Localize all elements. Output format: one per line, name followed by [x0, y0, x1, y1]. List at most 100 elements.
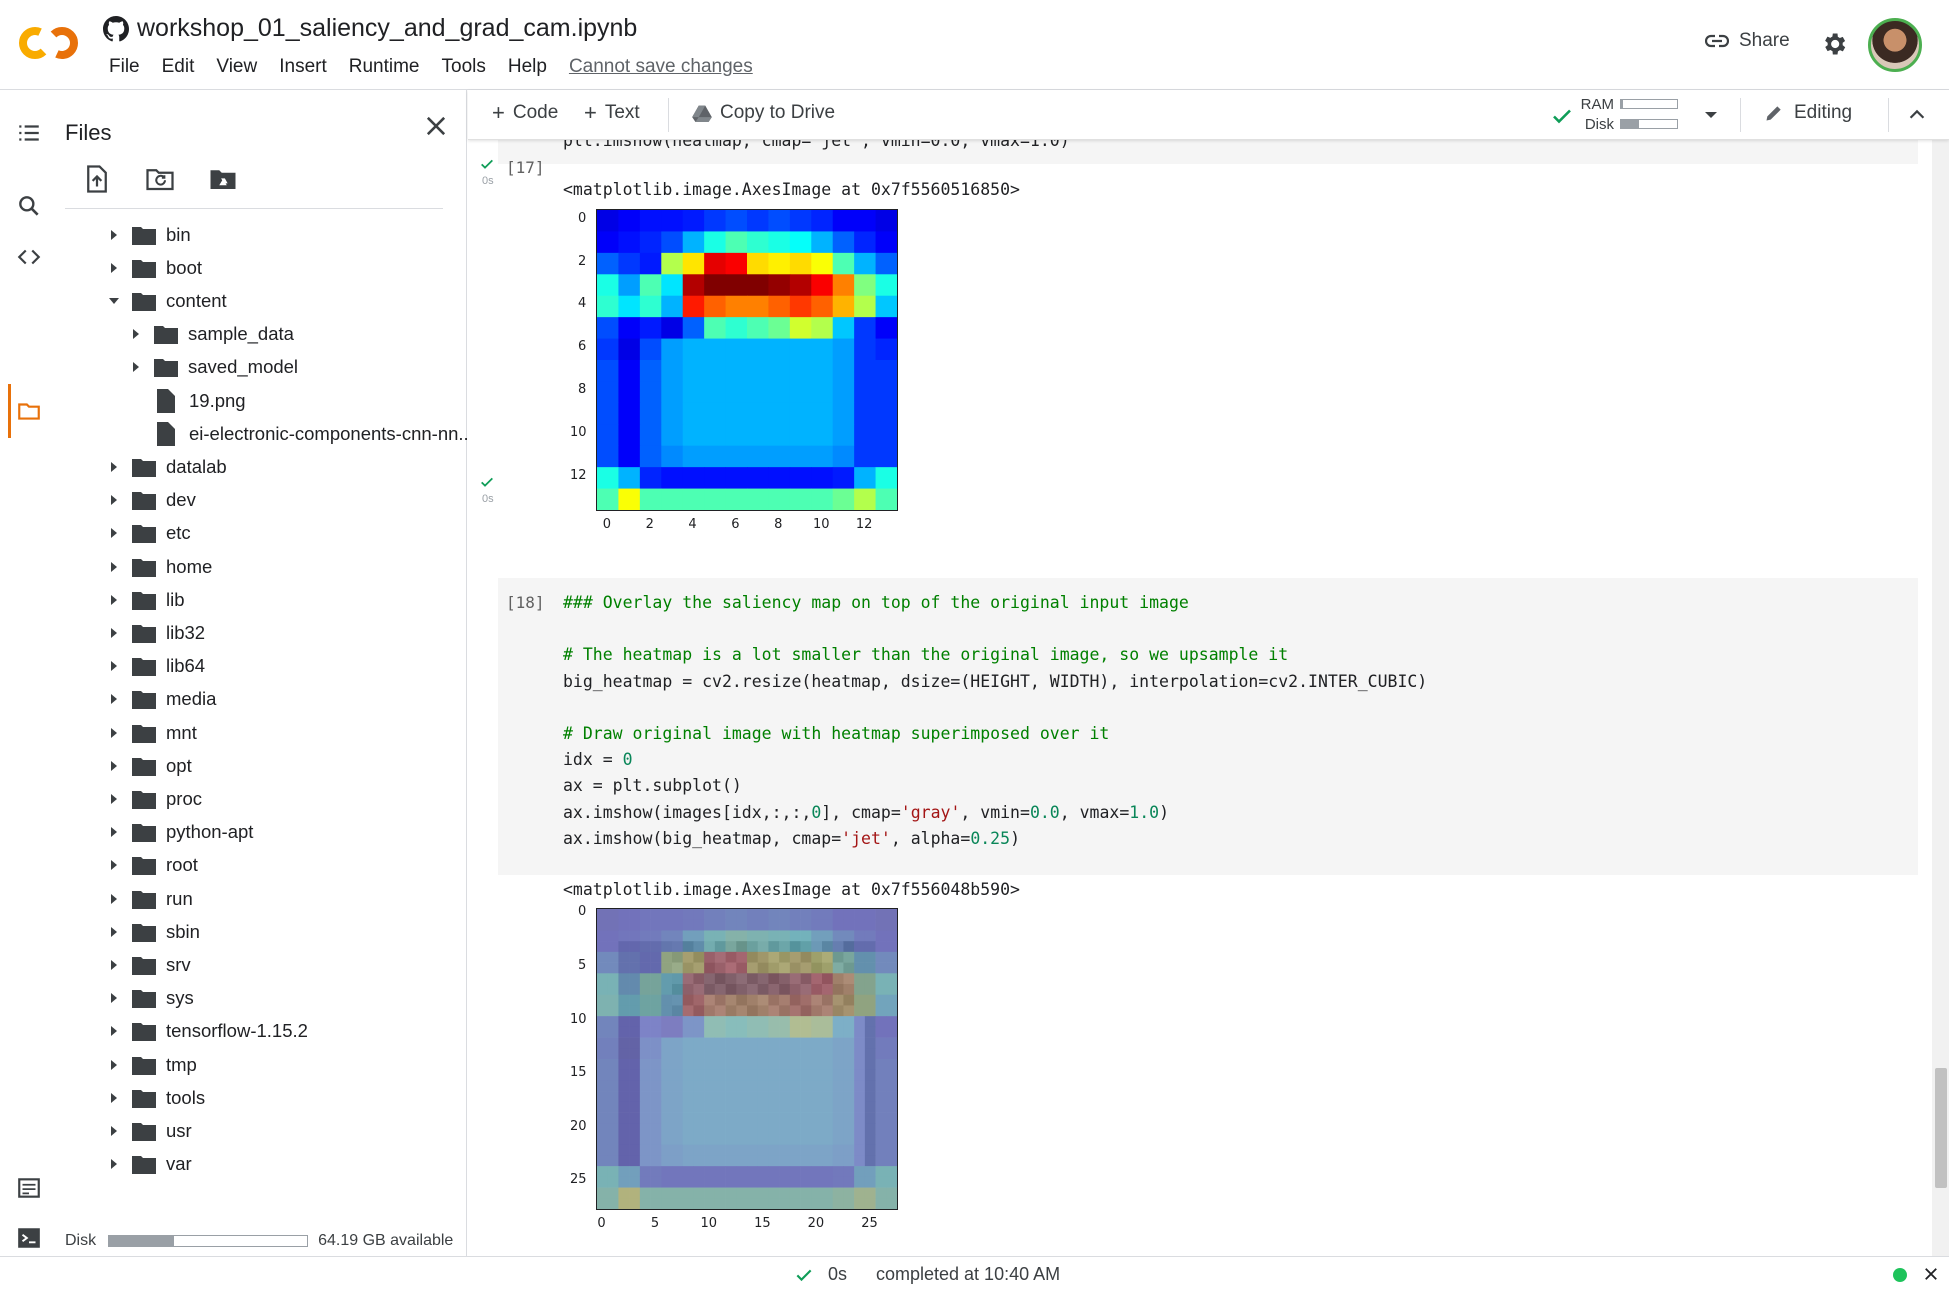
caret-right-icon[interactable]: [108, 727, 120, 739]
menu-view[interactable]: View: [205, 54, 268, 80]
folder-row[interactable]: srv: [108, 948, 191, 981]
terminal-icon[interactable]: [16, 1225, 42, 1251]
folder-row[interactable]: lib64: [108, 650, 205, 683]
caret-right-icon[interactable]: [108, 826, 120, 838]
caret-right-icon[interactable]: [130, 361, 142, 373]
files-icon[interactable]: [16, 398, 42, 424]
add-code-button[interactable]: + Code: [492, 102, 558, 124]
refresh-folder-icon[interactable]: [145, 164, 175, 194]
cell18-code[interactable]: ### Overlay the saliency map on top of t…: [563, 590, 1427, 852]
folder-row[interactable]: tools: [108, 1081, 205, 1114]
folder-row[interactable]: opt: [108, 749, 192, 782]
folder-row[interactable]: saved_model: [130, 351, 298, 384]
chevron-up-icon[interactable]: [1906, 104, 1928, 126]
overlay-cell: [875, 1176, 887, 1188]
folder-row[interactable]: sbin: [108, 915, 200, 948]
folder-row[interactable]: proc: [108, 782, 202, 815]
caret-right-icon[interactable]: [108, 494, 120, 506]
folder-row[interactable]: lib: [108, 583, 185, 616]
caret-right-icon[interactable]: [108, 229, 120, 241]
folder-row[interactable]: home: [108, 550, 212, 583]
resource-monitor[interactable]: RAM Disk: [1576, 94, 1696, 134]
user-avatar[interactable]: [1868, 18, 1922, 72]
menu-runtime[interactable]: Runtime: [338, 54, 431, 80]
caret-right-icon[interactable]: [108, 760, 120, 772]
caret-right-icon[interactable]: [108, 1158, 120, 1170]
scrollbar-thumb[interactable]: [1935, 1068, 1947, 1188]
folder-row[interactable]: tmp: [108, 1048, 197, 1081]
caret-right-icon[interactable]: [108, 262, 120, 274]
overlay-cell: [650, 1080, 662, 1092]
caret-right-icon[interactable]: [108, 527, 120, 539]
caret-right-icon[interactable]: [108, 859, 120, 871]
overlay-cell: [832, 1123, 844, 1135]
menu-tools[interactable]: Tools: [431, 54, 497, 80]
overlay-cell: [822, 1080, 834, 1092]
menu-edit[interactable]: Edit: [151, 54, 206, 80]
folder-row[interactable]: content: [108, 284, 227, 317]
folder-row[interactable]: tensorflow-1.15.2: [108, 1015, 308, 1048]
caret-right-icon[interactable]: [108, 594, 120, 606]
notebook-title[interactable]: workshop_01_saliency_and_grad_cam.ipynb: [137, 14, 637, 43]
heatmap-cell: [854, 360, 876, 382]
caret-right-icon[interactable]: [108, 893, 120, 905]
colab-logo[interactable]: [18, 20, 80, 66]
caret-right-icon[interactable]: [108, 1092, 120, 1104]
folder-row[interactable]: sample_data: [130, 318, 294, 351]
folder-row[interactable]: datalab: [108, 450, 227, 483]
cannot-save-link[interactable]: Cannot save changes: [558, 54, 764, 80]
close-icon[interactable]: [1922, 1265, 1940, 1283]
heatmap-cell: [747, 381, 769, 404]
folder-row[interactable]: usr: [108, 1114, 192, 1147]
command-palette-icon[interactable]: [16, 1175, 42, 1201]
caret-right-icon[interactable]: [108, 561, 120, 573]
folder-row[interactable]: lib32: [108, 616, 205, 649]
folder-row[interactable]: dev: [108, 484, 196, 517]
upload-icon[interactable]: [82, 164, 112, 194]
toc-icon[interactable]: [16, 120, 42, 146]
caret-right-icon[interactable]: [108, 926, 120, 938]
chevron-down-icon[interactable]: [1704, 110, 1718, 120]
menu-help[interactable]: Help: [497, 54, 558, 80]
folder-row[interactable]: boot: [108, 251, 202, 284]
folder-row[interactable]: root: [108, 849, 198, 882]
file-row[interactable]: ei-electronic-components-cnn-nn...: [130, 417, 474, 450]
caret-right-icon[interactable]: [108, 660, 120, 672]
editing-button[interactable]: Editing: [1764, 102, 1852, 124]
caret-right-icon[interactable]: [108, 959, 120, 971]
menu-file[interactable]: File: [98, 54, 151, 80]
folder-row[interactable]: bin: [108, 218, 191, 251]
overlay-cell: [800, 1123, 812, 1135]
gear-icon[interactable]: [1820, 30, 1848, 58]
folder-row[interactable]: media: [108, 683, 216, 716]
add-text-button[interactable]: + Text: [584, 102, 640, 124]
caret-right-icon[interactable]: [108, 1059, 120, 1071]
share-button[interactable]: Share: [1705, 30, 1790, 52]
folder-row[interactable]: sys: [108, 982, 194, 1015]
folder-row[interactable]: mnt: [108, 716, 197, 749]
heatmap-x-tick: 12: [855, 517, 873, 532]
overlay-cell: [843, 1059, 855, 1071]
caret-right-icon[interactable]: [130, 328, 142, 340]
caret-down-icon[interactable]: [108, 295, 120, 307]
overlay-cell: [714, 1134, 726, 1146]
search-icon[interactable]: [16, 193, 42, 219]
file-row[interactable]: 19.png: [130, 384, 246, 417]
copy-to-drive-button[interactable]: Copy to Drive: [692, 102, 835, 124]
caret-right-icon[interactable]: [108, 992, 120, 1004]
overlay-cell: [618, 909, 630, 921]
caret-right-icon[interactable]: [108, 461, 120, 473]
folder-row[interactable]: var: [108, 1148, 192, 1181]
caret-right-icon[interactable]: [108, 1125, 120, 1137]
menu-insert[interactable]: Insert: [268, 54, 338, 80]
folder-row[interactable]: run: [108, 882, 193, 915]
caret-right-icon[interactable]: [108, 627, 120, 639]
caret-right-icon[interactable]: [108, 693, 120, 705]
code-snippets-icon[interactable]: [16, 244, 42, 270]
caret-right-icon[interactable]: [108, 1025, 120, 1037]
close-icon[interactable]: [422, 112, 450, 140]
mount-drive-icon[interactable]: [208, 164, 238, 194]
caret-right-icon[interactable]: [108, 793, 120, 805]
folder-row[interactable]: python-apt: [108, 816, 253, 849]
folder-row[interactable]: etc: [108, 517, 191, 550]
